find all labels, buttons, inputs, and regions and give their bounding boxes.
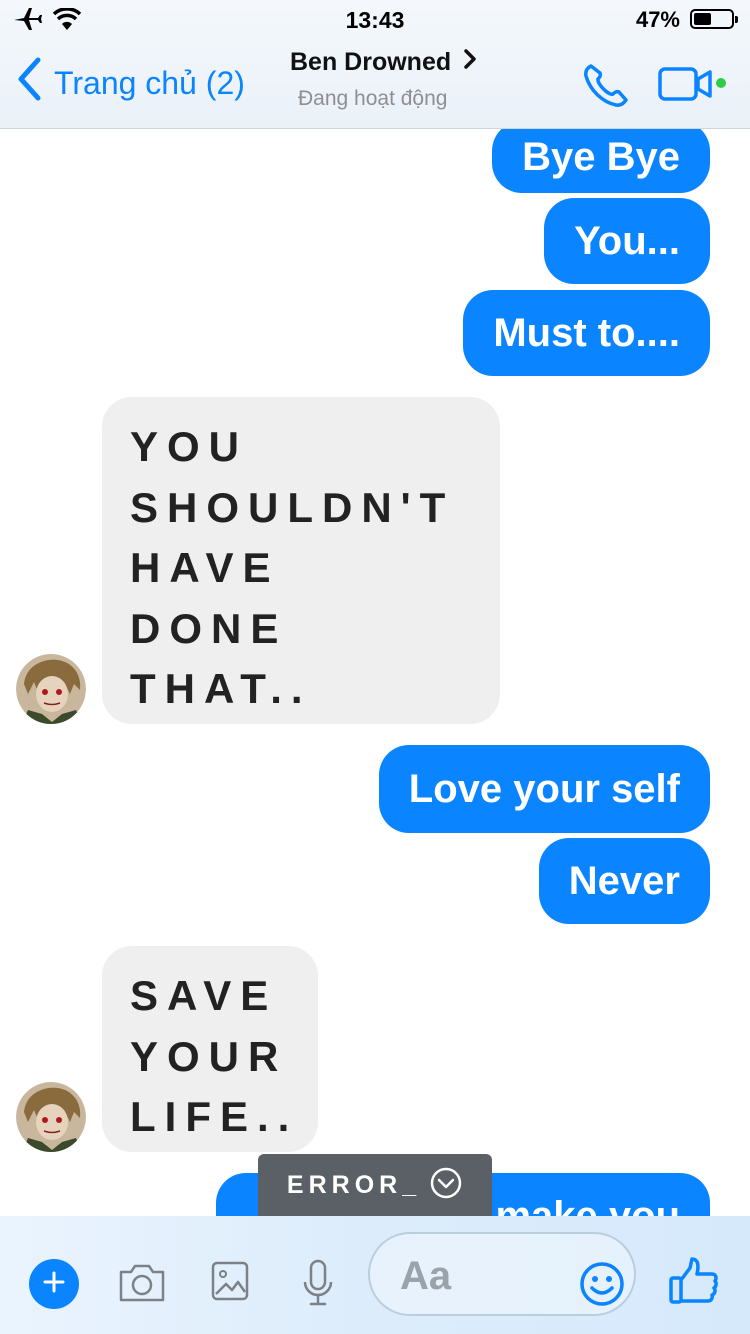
message-bubble-received[interactable]: YOU SHOULDN'T HAVE DONE THAT.. — [102, 397, 500, 724]
message-line: SHOULDN'T — [130, 483, 455, 531]
thumbs-up-icon — [668, 1257, 720, 1310]
back-button[interactable]: Trang chủ (2) — [16, 57, 245, 109]
message-line: YOUR — [130, 1032, 288, 1080]
message-text: Bye Bye — [522, 134, 680, 179]
contact-avatar[interactable] — [16, 1082, 86, 1152]
like-button[interactable] — [668, 1256, 720, 1311]
video-call-button[interactable] — [658, 66, 714, 107]
message-text: You... — [574, 218, 680, 263]
back-label: Trang chủ (2) — [54, 64, 245, 101]
message-bubble-sent[interactable]: Bye Bye — [492, 129, 710, 193]
online-status-dot — [716, 78, 726, 88]
camera-button[interactable] — [117, 1262, 167, 1309]
message-bubble-sent[interactable]: Never — [538, 838, 710, 924]
message-composer: Aa — [0, 1216, 750, 1334]
image-icon — [210, 1261, 250, 1306]
message-bubble-received[interactable]: SAVE YOUR LIFE.. — [102, 946, 318, 1152]
message-line: SAVE — [130, 972, 278, 1019]
camera-icon — [117, 1264, 167, 1308]
message-bubble-sent[interactable]: Love your self — [378, 745, 710, 833]
error-label: ERROR_ — [286, 1170, 422, 1199]
message-input-placeholder: Aa — [400, 1254, 452, 1298]
video-camera-icon — [658, 67, 714, 106]
gallery-button[interactable] — [210, 1260, 250, 1307]
emoji-button[interactable] — [578, 1260, 626, 1313]
message-text: make you — [495, 1193, 680, 1217]
status-bar: 13:43 47% — [0, 0, 750, 40]
voice-message-button[interactable] — [300, 1258, 336, 1313]
emoji-icon — [578, 1262, 626, 1312]
message-line: YOU — [130, 423, 249, 470]
battery-level-fill — [694, 13, 711, 25]
message-line: LIFE.. — [130, 1093, 299, 1140]
message-text: Never — [568, 858, 680, 903]
message-line: DONE — [130, 604, 288, 652]
message-text: Must to.... — [493, 310, 680, 355]
phone-icon — [582, 64, 630, 112]
voice-call-button[interactable] — [582, 62, 630, 113]
contact-status: Đang hoạt động — [298, 87, 448, 110]
message-line: HAVE — [130, 544, 280, 591]
plus-icon — [42, 1270, 66, 1299]
chevron-down-circle-icon — [421, 1166, 463, 1205]
message-text: Love your self — [408, 766, 680, 811]
contact-name: Ben Drowned — [290, 48, 452, 76]
contact-avatar[interactable] — [16, 654, 86, 724]
message-list[interactable]: Bye Bye You... Must to.... YOU SHOULDN'T… — [0, 129, 750, 1216]
conversation-header: 13:43 47% Trang chủ (2) Ben Drowned Đang… — [0, 0, 750, 129]
microphone-icon — [300, 1259, 336, 1312]
chevron-left-icon — [16, 57, 54, 109]
error-banner[interactable]: ERROR_ — [258, 1154, 492, 1216]
message-bubble-sent[interactable]: Must to.... — [463, 290, 710, 376]
battery-percentage: 47% — [635, 7, 680, 32]
chevron-right-icon — [451, 48, 477, 77]
more-actions-button[interactable] — [29, 1259, 79, 1309]
contact-info[interactable]: Ben Drowned Đang hoạt động — [290, 48, 510, 111]
battery-icon — [690, 9, 738, 29]
message-line: THAT.. — [130, 665, 312, 712]
message-bubble-sent[interactable]: You... — [544, 198, 710, 284]
